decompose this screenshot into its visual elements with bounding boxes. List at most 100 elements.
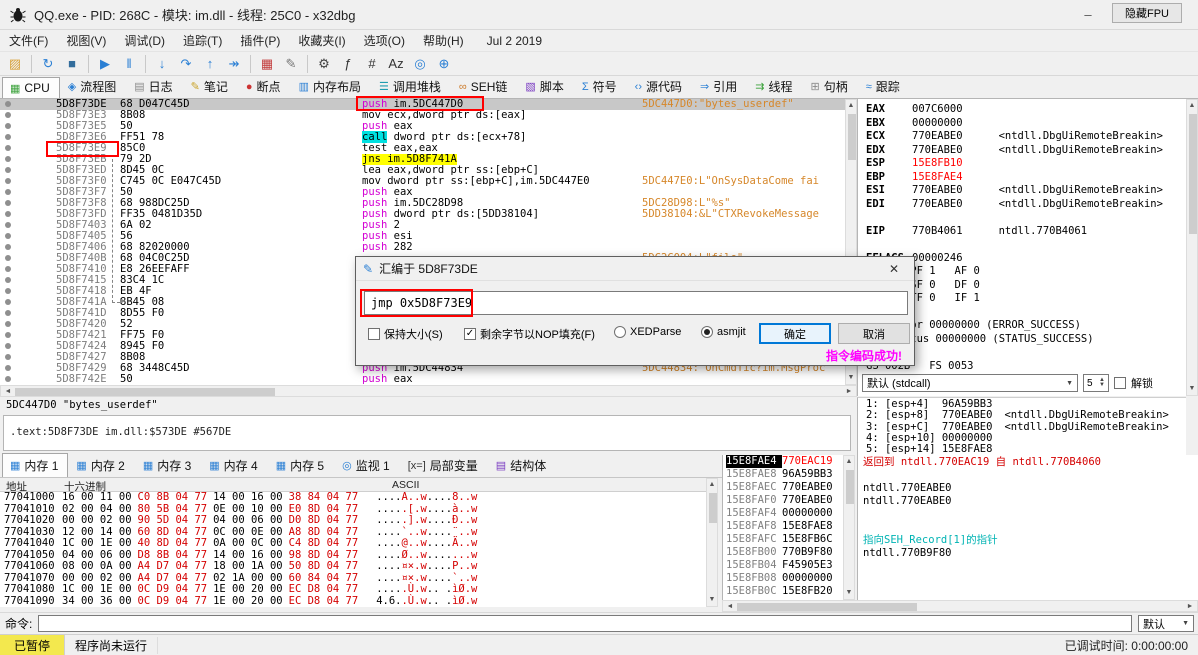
register-row[interactable]: EDX 770EABE0 <ntdll.DbgUiRemoteBreakin> <box>858 144 1186 158</box>
register-row[interactable]: ECX 770EABE0 <ntdll.DbgUiRemoteBreakin> <box>858 130 1186 144</box>
breakpoint-dot[interactable] <box>5 343 11 349</box>
ok-button[interactable]: 确定 <box>759 323 831 344</box>
breakpoint-dot[interactable] <box>5 277 11 283</box>
scroll-up-icon[interactable]: ▲ <box>844 457 854 467</box>
tab-struct[interactable]: ▤ 结构体 <box>488 453 556 477</box>
pause-icon[interactable]: ‖ <box>118 54 140 74</box>
menu-item-3[interactable]: 追踪(T) <box>174 30 231 51</box>
dump-view[interactable]: 77041000 16 00 11 00 C0 8B 04 77 14 00 16 0… <box>0 492 706 607</box>
tab-call-stack[interactable]: ☰ 调用堆栈 <box>371 74 451 98</box>
breakpoint-dot[interactable] <box>5 244 11 250</box>
breakpoint-dot[interactable] <box>5 123 11 129</box>
nop-fill-checkbox[interactable]: ✓ <box>464 328 476 340</box>
register-row[interactable] <box>858 211 1186 225</box>
cancel-button[interactable]: 取消 <box>838 323 910 344</box>
stack-row[interactable]: 15E8FAE8 96A59BB3 <box>723 468 843 481</box>
registers-vscrollbar[interactable]: ▲ ▼ <box>1186 99 1198 396</box>
register-row[interactable]: EDI 770EABE0 <ntdll.DbgUiRemoteBreakin> <box>858 198 1186 212</box>
dump-row[interactable]: 77041040 1C 00 1E 00 40 8D 04 77 0A 00 0C 0… <box>0 537 706 550</box>
breakpoint-dot[interactable] <box>5 101 11 107</box>
scroll-down-icon[interactable]: ▼ <box>846 373 856 383</box>
tab-seh[interactable]: ∞ SEH链 <box>451 74 518 98</box>
tab-dump5[interactable]: ▦ 内存 5 <box>268 453 334 477</box>
asmjit-radio[interactable] <box>701 326 713 338</box>
register-row[interactable]: ESP 15E8FB10 <box>858 157 1186 171</box>
tab-locals[interactable]: [x=] 局部变量 <box>400 453 488 477</box>
open-file-icon[interactable]: ▨ <box>4 54 26 74</box>
tab-dump2[interactable]: ▦ 内存 2 <box>68 453 134 477</box>
tab-graph[interactable]: ◈ 流程图 <box>60 74 126 98</box>
dump-row[interactable]: 77041060 08 00 0A 00 A4 D7 04 77 18 00 1A 0… <box>0 560 706 573</box>
settings-icon[interactable]: ⚙ <box>313 54 335 74</box>
scroll-thumb[interactable] <box>846 470 854 504</box>
breakpoint-dot[interactable] <box>5 310 11 316</box>
tab-handles[interactable]: ⊞ 句柄 <box>802 74 857 98</box>
scroll-left-icon[interactable]: ◄ <box>725 602 735 612</box>
menu-item-5[interactable]: 收藏夹(I) <box>289 30 354 51</box>
xedparse-option[interactable]: XEDParse <box>614 326 681 338</box>
tab-script[interactable]: ▧ 脚本 <box>517 74 573 98</box>
run-to-return-icon[interactable]: ↠ <box>223 54 245 74</box>
command-input[interactable] <box>38 615 1132 632</box>
dialog-close-button[interactable]: ✕ <box>874 257 914 281</box>
stop-icon[interactable]: ■ <box>61 54 83 74</box>
arg-count-spinner[interactable]: 5 ▲ ▼ <box>1083 374 1109 392</box>
tab-references[interactable]: ⇒ 引用 <box>692 74 747 98</box>
tab-trace[interactable]: ≈ 跟踪 <box>858 74 910 98</box>
step-out-icon[interactable]: ↑ <box>199 54 221 74</box>
breakpoint-dot[interactable] <box>5 211 11 217</box>
register-row[interactable]: EBX 00000000 <box>858 117 1186 131</box>
stack-row[interactable]: 15E8FAE4 770EAC19 <box>723 455 843 468</box>
breakpoint-dot[interactable] <box>5 145 11 151</box>
stack-row[interactable]: 15E8FB00 770B9F80 <box>723 546 843 559</box>
disasm-row[interactable]: 5D8F742E 50 push eax <box>0 374 845 385</box>
breakpoint-dot[interactable] <box>5 321 11 327</box>
restart-icon[interactable]: ↻ <box>37 54 59 74</box>
stack-row[interactable]: 15E8FAEC 770EABE0 <box>723 481 843 494</box>
menu-item-6[interactable]: 选项(O) <box>355 30 414 51</box>
stack-row[interactable]: 15E8FAF8 15E8FAE8 <box>723 520 843 533</box>
tab-breakpoints[interactable]: ● 断点 <box>238 74 291 98</box>
tab-dump3[interactable]: ▦ 内存 3 <box>135 453 201 477</box>
dump-row[interactable]: 77041080 1C 00 1E 00 0C D9 04 77 1E 00 20 0… <box>0 583 706 596</box>
dump-row[interactable]: 77041020 00 00 02 00 90 5D 04 77 04 00 06 0… <box>0 514 706 527</box>
stack-hscrollbar[interactable]: ◄ ► <box>722 600 1198 612</box>
globe-icon[interactable]: ⊕ <box>433 54 455 74</box>
register-row[interactable]: EIP 770B4061 ntdll.770B4061 <box>858 225 1186 239</box>
scroll-up-icon[interactable]: ▲ <box>707 480 717 490</box>
scroll-down-icon[interactable]: ▼ <box>1187 384 1197 394</box>
stack-view[interactable]: 15E8FAE4 770EAC19 15E8FAE8 96A59BB3 15E8FAEC… <box>722 455 843 600</box>
breakpoint-dot[interactable] <box>5 200 11 206</box>
unlock-checkbox[interactable] <box>1114 377 1126 389</box>
command-combo[interactable]: 默认 ▼ <box>1138 615 1194 632</box>
stack-vscrollbar[interactable]: ▲ ▼ <box>843 455 855 600</box>
scroll-thumb[interactable] <box>709 493 717 523</box>
tab-memory-map[interactable]: ▥ 内存布局 <box>291 74 371 98</box>
scroll-down-icon[interactable]: ▼ <box>707 595 717 605</box>
functions-icon[interactable]: ƒ <box>337 54 359 74</box>
breakpoint-dot[interactable] <box>5 365 11 371</box>
step-over-icon[interactable]: ↷ <box>175 54 197 74</box>
breakpoint-dot[interactable] <box>5 156 11 162</box>
breakpoint-dot[interactable] <box>5 299 11 305</box>
minimize-button[interactable]: – <box>1066 0 1110 30</box>
tab-symbols[interactable]: Σ 符号 <box>574 74 627 98</box>
scope-icon[interactable]: ◎ <box>409 54 431 74</box>
breakpoint-dot[interactable] <box>5 354 11 360</box>
scroll-up-icon[interactable]: ▲ <box>846 101 856 111</box>
scroll-up-icon[interactable]: ▲ <box>1187 101 1197 111</box>
arguments-panel[interactable]: 1: [esp+4] 96A59BB3 2: [esp+8] 770EABE0 <n… <box>857 397 1186 455</box>
breakpoint-dot[interactable] <box>5 189 11 195</box>
dump-vscrollbar[interactable]: ▲ ▼ <box>706 478 718 607</box>
hide-fpu-button[interactable]: 隐藏FPU <box>1112 3 1182 23</box>
tab-dump1[interactable]: ▦ 内存 1 <box>2 453 69 477</box>
tab-notes[interactable]: ✎ 笔记 <box>183 74 238 98</box>
dump-row[interactable]: 77041000 16 00 11 00 C0 8B 04 77 14 00 16 0… <box>0 492 706 504</box>
breakpoint-dot[interactable] <box>5 376 11 382</box>
breakpoint-dot[interactable] <box>5 332 11 338</box>
breakpoint-dot[interactable] <box>5 288 11 294</box>
patches-icon[interactable]: ▦ <box>256 54 278 74</box>
tab-dump4[interactable]: ▦ 内存 4 <box>201 453 267 477</box>
breakpoint-dot[interactable] <box>5 112 11 118</box>
tab-cpu[interactable]: ▦ CPU <box>2 77 60 98</box>
